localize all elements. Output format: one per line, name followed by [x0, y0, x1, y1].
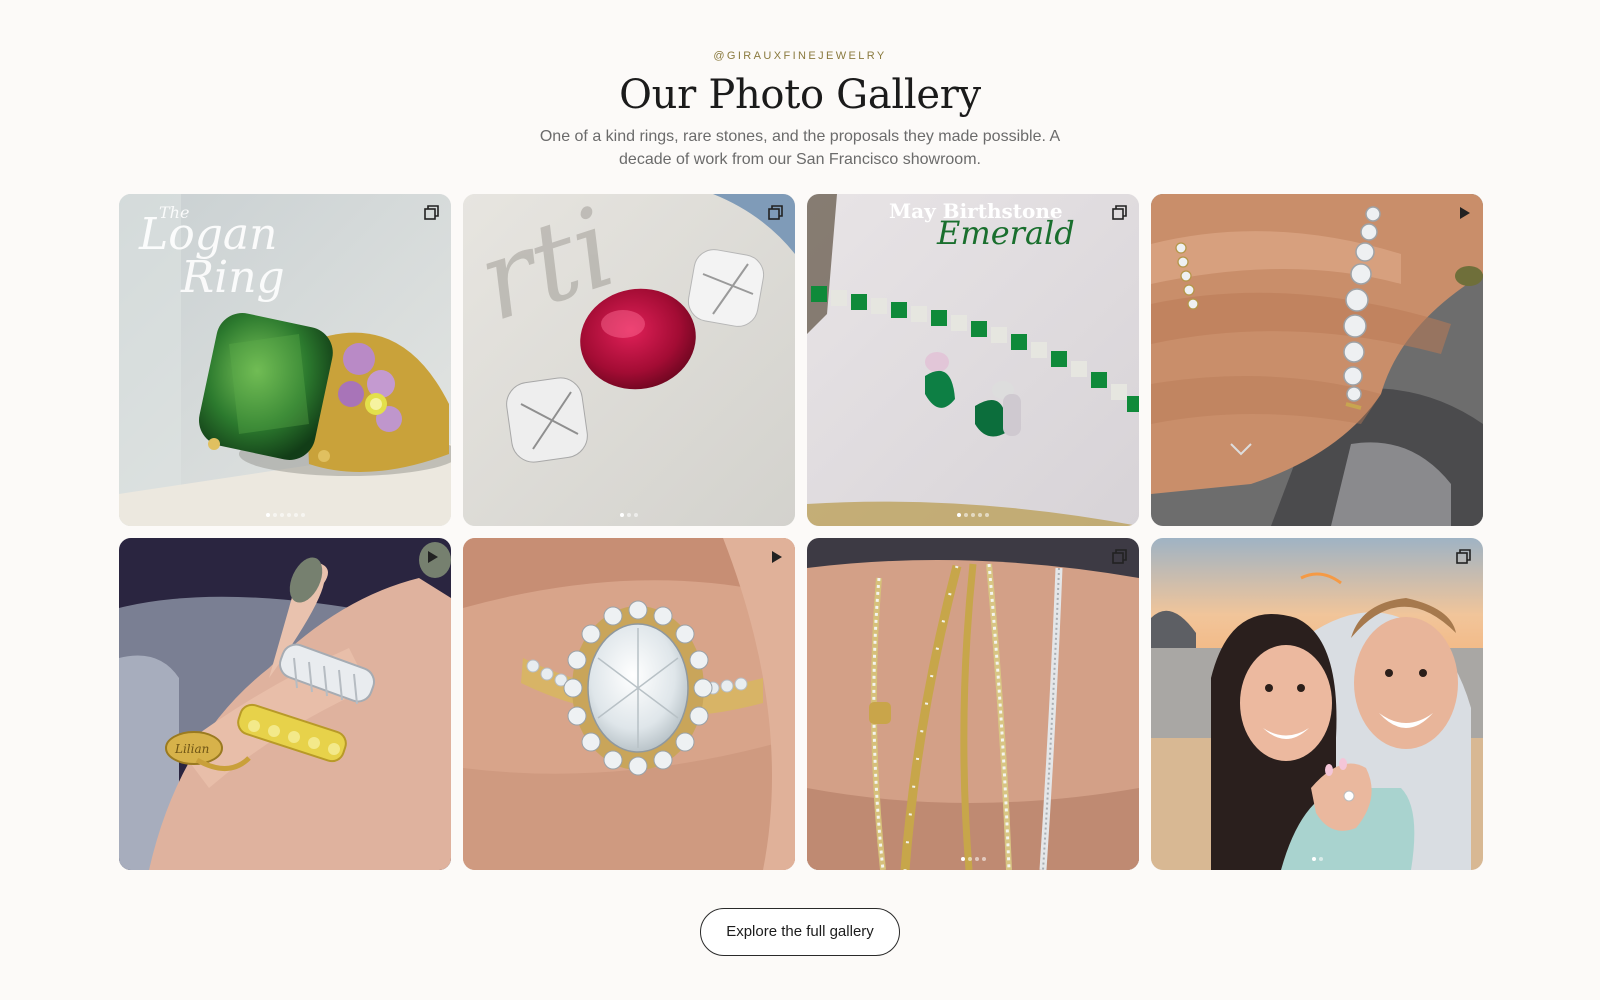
photo-bangles-wrist — [807, 538, 1139, 870]
slide-indicator — [807, 856, 1139, 862]
gallery-tile-4[interactable] — [1151, 194, 1483, 526]
carousel-icon — [1111, 204, 1129, 222]
svg-text:Emerald: Emerald — [936, 214, 1075, 252]
slide-indicator — [119, 512, 451, 518]
carousel-icon — [423, 204, 441, 222]
gallery-tile-7[interactable] — [807, 538, 1139, 870]
carousel-icon — [767, 204, 785, 222]
photo-hand-bracelet — [1151, 194, 1483, 526]
gallery-tile-6[interactable] — [463, 538, 795, 870]
gallery-tile-1[interactable]: Logan Ring The — [119, 194, 451, 526]
gallery-tile-5[interactable]: Lilian — [119, 538, 451, 870]
gallery-tile-8[interactable] — [1151, 538, 1483, 870]
gallery-tile-3[interactable]: May Birthstone Emerald — [807, 194, 1139, 526]
instagram-handle: @GIRAUXFINEJEWELRY — [713, 50, 887, 62]
slide-indicator — [1151, 856, 1483, 862]
photo-ruby-diamonds: rti — [463, 194, 795, 526]
photo-hand-rings: Lilian — [119, 538, 451, 870]
gallery-header: @GIRAUXFINEJEWELRY Our Photo Gallery One… — [0, 0, 1600, 171]
gallery-tile-2[interactable]: rti — [463, 194, 795, 526]
slide-indicator — [807, 512, 1139, 518]
svg-text:The: The — [159, 203, 189, 222]
explore-gallery-button[interactable]: Explore the full gallery — [700, 908, 900, 956]
page-title: Our Photo Gallery — [619, 72, 981, 118]
photo-emerald-bracelet: May Birthstone Emerald — [807, 194, 1139, 526]
carousel-icon — [1455, 548, 1473, 566]
svg-text:Lilian: Lilian — [174, 742, 209, 756]
play-icon — [767, 548, 785, 566]
photo-green-ring: Logan Ring The — [119, 194, 451, 526]
carousel-icon — [1111, 548, 1129, 566]
cta-wrap: Explore the full gallery — [0, 908, 1600, 956]
photo-oval-halo-ring — [463, 538, 795, 870]
slide-indicator — [463, 512, 795, 518]
photo-grid: Logan Ring The rti May Birthstone Emeral… — [119, 194, 1483, 870]
photo-couple-sunset — [1151, 538, 1483, 870]
play-icon — [423, 548, 441, 566]
svg-text:Ring: Ring — [180, 252, 285, 303]
play-icon — [1455, 204, 1473, 222]
page-subtitle: One of a kind rings, rare stones, and th… — [539, 128, 1061, 168]
